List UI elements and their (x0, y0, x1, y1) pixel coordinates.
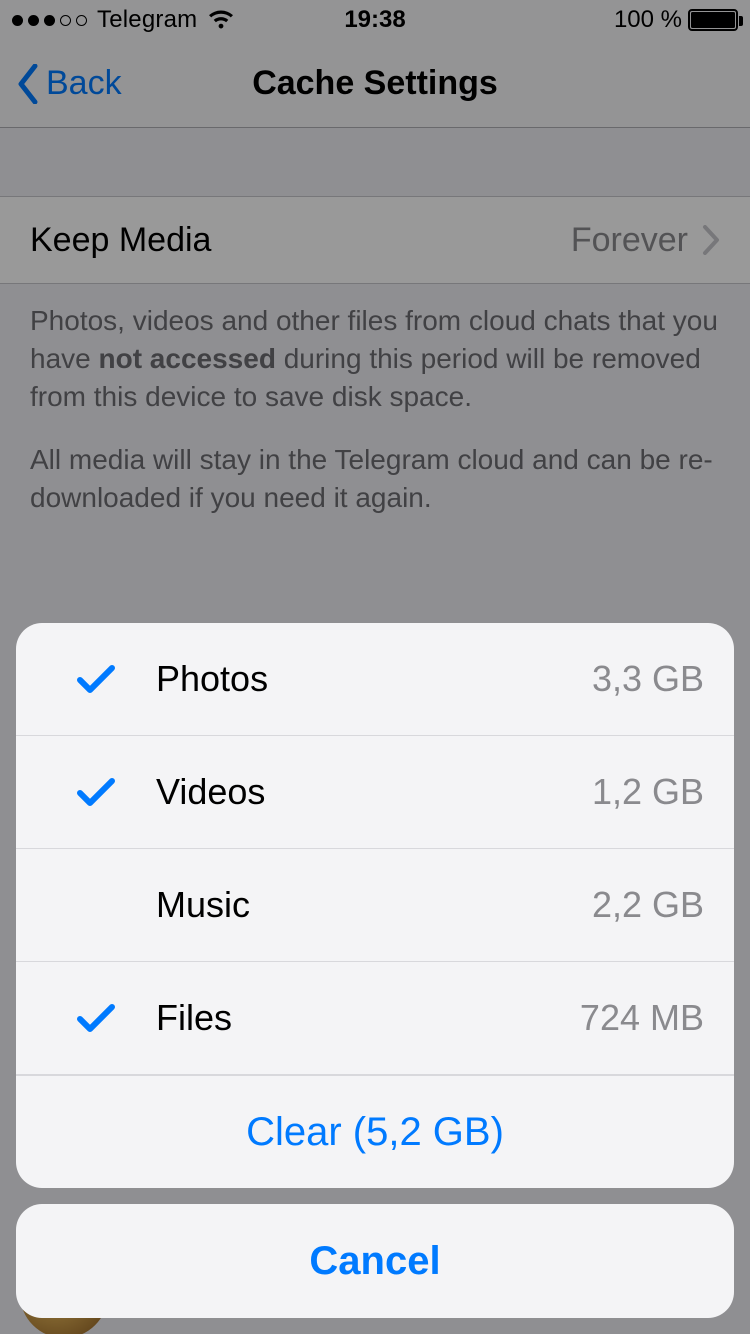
sheet-item-size: 2,2 GB (592, 884, 704, 926)
sheet-item-label: Videos (156, 771, 592, 813)
clear-button[interactable]: Clear (5,2 GB) (16, 1075, 734, 1188)
sheet-item-label: Files (156, 997, 580, 1039)
sheet-item-label: Photos (156, 658, 592, 700)
check-icon (74, 776, 118, 808)
sheet-item-music[interactable]: Music 2,2 GB (16, 849, 734, 962)
action-sheet: Photos 3,3 GB Videos 1,2 GB Music 2,2 GB… (0, 607, 750, 1334)
sheet-item-label: Music (156, 884, 592, 926)
sheet-item-size: 1,2 GB (592, 771, 704, 813)
cancel-button[interactable]: Cancel (16, 1204, 734, 1318)
sheet-item-photos[interactable]: Photos 3,3 GB (16, 623, 734, 736)
sheet-item-size: 724 MB (580, 997, 704, 1039)
sheet-item-size: 3,3 GB (592, 658, 704, 700)
sheet-item-videos[interactable]: Videos 1,2 GB (16, 736, 734, 849)
check-icon (74, 1002, 118, 1034)
check-icon (74, 663, 118, 695)
sheet-item-files[interactable]: Files 724 MB (16, 962, 734, 1075)
